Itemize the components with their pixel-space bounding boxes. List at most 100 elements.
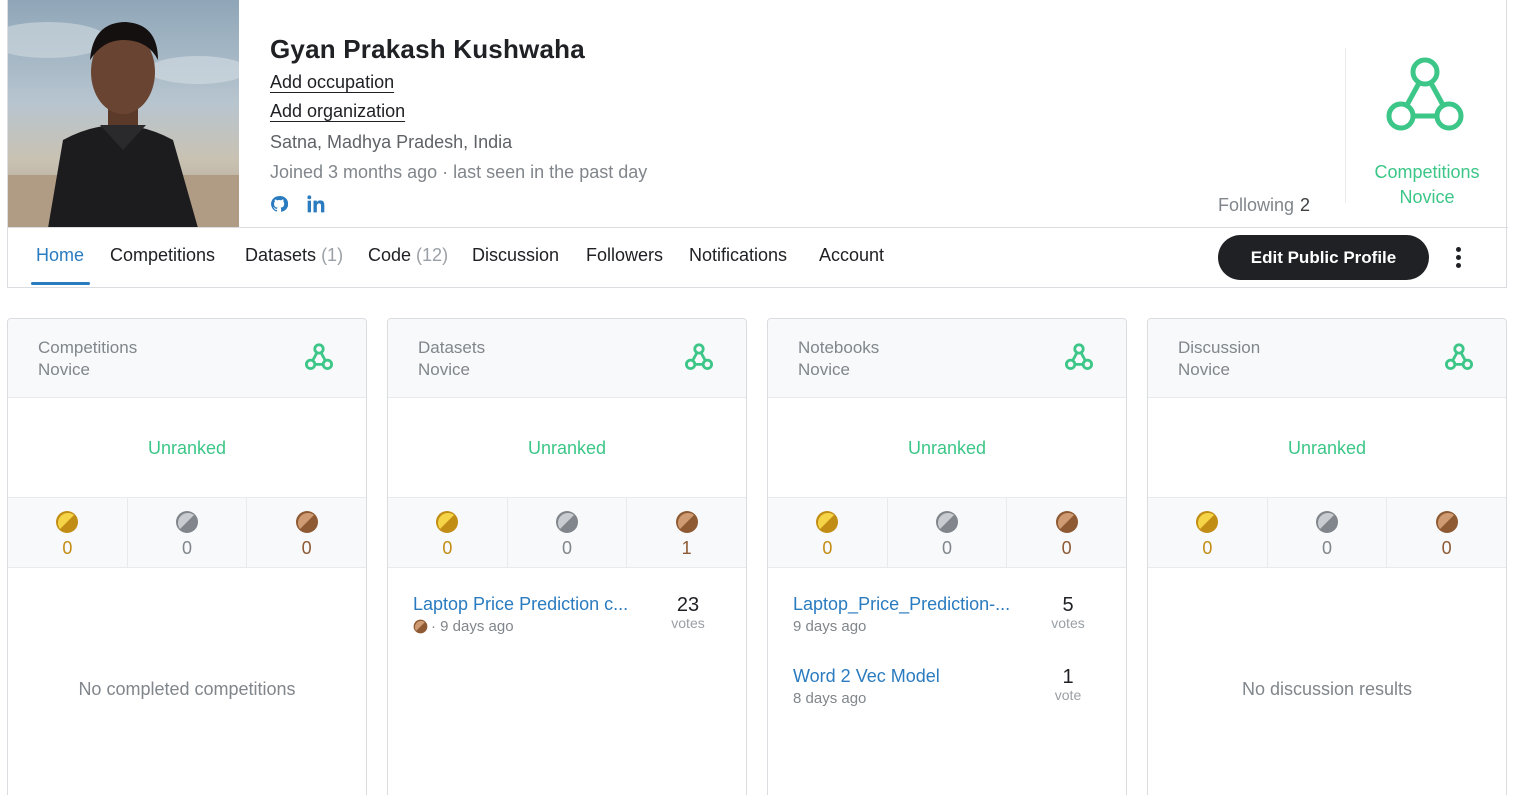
gold-count: 0 — [442, 538, 453, 558]
bronze-count: 0 — [1441, 538, 1452, 558]
novice-tier-icon — [1445, 343, 1473, 376]
gold-medals: 0 — [388, 498, 508, 567]
silver-medal-icon — [936, 511, 958, 533]
novice-tier-icon — [1385, 56, 1465, 139]
silver-medals: 0 — [888, 498, 1008, 567]
card-header: Competitions Novice — [8, 319, 366, 398]
github-icon[interactable] — [270, 193, 292, 215]
card-title: Discussion Novice — [1178, 338, 1261, 379]
more-options-icon[interactable] — [1448, 244, 1468, 272]
card-title: Competitions Novice — [38, 338, 138, 379]
gold-count: 0 — [1202, 538, 1213, 558]
rank-status: Unranked — [8, 399, 366, 498]
notebooks-tier-card: Notebooks Novice Unranked 0 0 0 Laptop_Pr… — [767, 318, 1127, 795]
edit-public-profile-button[interactable]: Edit Public Profile — [1218, 235, 1429, 280]
bronze-medals: 0 — [247, 498, 366, 567]
tier-category: Competitions — [1374, 162, 1480, 182]
tab-followers[interactable]: Followers — [586, 245, 663, 266]
active-tab-indicator — [31, 282, 90, 285]
rank-status: Unranked — [388, 399, 746, 498]
gold-medals: 0 — [8, 498, 128, 567]
silver-medals: 0 — [508, 498, 628, 567]
silver-count: 0 — [1322, 538, 1333, 558]
item-meta: 8 days ago — [793, 690, 867, 707]
silver-count: 0 — [182, 538, 193, 558]
tab-account[interactable]: Account — [819, 245, 884, 266]
tab-home[interactable]: Home — [36, 245, 84, 266]
discussion-tier-card: Discussion Novice Unranked 0 0 0 No discu… — [1147, 318, 1507, 795]
item-meta: 9 days ago — [793, 618, 867, 635]
bronze-medal-icon — [1435, 511, 1458, 533]
following-number: 2 — [1300, 195, 1311, 215]
silver-medal-icon — [556, 511, 578, 533]
card-header: Datasets Novice — [388, 319, 746, 398]
profile-name: Gyan Prakash Kushwaha — [270, 34, 585, 64]
list-item[interactable]: Laptop_Price_Prediction-... 9 days ago 5… — [793, 594, 1103, 644]
tab-code[interactable]: Code (12) — [368, 245, 448, 266]
gold-medal-icon — [436, 511, 459, 533]
silver-count: 0 — [562, 538, 573, 558]
notebook-title-link[interactable]: Laptop_Price_Prediction-... — [793, 594, 1010, 615]
notebook-title-link[interactable]: Word 2 Vec Model — [793, 666, 940, 687]
tier-level: Novice — [1399, 187, 1455, 207]
following-count[interactable]: Following 2 — [1218, 195, 1310, 216]
list-item[interactable]: Laptop Price Prediction c... · 9 days ag… — [413, 594, 723, 644]
divider — [1345, 48, 1346, 203]
gold-count: 0 — [62, 538, 73, 558]
gold-medal-icon — [1196, 511, 1219, 533]
tab-datasets[interactable]: Datasets (1) — [245, 245, 343, 266]
datasets-tier-card: Datasets Novice Unranked 0 0 1 Laptop Pri… — [387, 318, 747, 795]
bronze-medals: 0 — [1387, 498, 1506, 567]
item-meta: · 9 days ago — [413, 618, 514, 635]
medal-counts: 0 0 0 — [768, 498, 1126, 568]
silver-medal-icon — [1316, 511, 1338, 533]
bronze-medals: 0 — [1007, 498, 1126, 567]
add-occupation-link[interactable]: Add occupation — [270, 72, 394, 93]
vote-count[interactable]: 23 votes — [663, 594, 713, 631]
dataset-title-link[interactable]: Laptop Price Prediction c... — [413, 594, 628, 615]
rank-status: Unranked — [768, 399, 1126, 498]
rank-status: Unranked — [1148, 399, 1506, 498]
bronze-count: 1 — [681, 538, 692, 558]
gold-medal-icon — [816, 511, 839, 533]
tab-notifications[interactable]: Notifications — [689, 245, 787, 266]
bronze-medals: 1 — [627, 498, 746, 567]
list-item[interactable]: Word 2 Vec Model 8 days ago 1 vote — [793, 666, 1103, 716]
location: Satna, Madhya Pradesh, India — [270, 132, 513, 152]
bronze-count: 0 — [1061, 538, 1072, 558]
competitions-tier-card: Competitions Novice Unranked 0 0 0 No com… — [7, 318, 367, 795]
novice-tier-icon — [685, 343, 713, 376]
empty-state: No discussion results — [1241, 679, 1413, 699]
empty-state: No completed competitions — [78, 679, 296, 699]
profile-tabs: Home Competitions Datasets (1) Code (12)… — [8, 228, 1108, 287]
silver-medals: 0 — [128, 498, 248, 567]
avatar[interactable] — [8, 0, 239, 228]
silver-medal-icon — [176, 511, 198, 533]
gold-count: 0 — [822, 538, 833, 558]
linkedin-icon[interactable] — [306, 193, 328, 215]
bronze-medal-icon — [295, 511, 318, 533]
bronze-medal-icon — [1055, 511, 1078, 533]
gold-medals: 0 — [1148, 498, 1268, 567]
joined-text: Joined 3 months ago · last seen in the p… — [270, 162, 648, 182]
gold-medals: 0 — [768, 498, 888, 567]
card-header: Notebooks Novice — [768, 319, 1126, 398]
tab-competitions[interactable]: Competitions — [110, 245, 215, 266]
silver-medals: 0 — [1268, 498, 1388, 567]
card-title: Datasets Novice — [418, 338, 486, 379]
card-header: Discussion Novice — [1148, 319, 1506, 398]
tab-discussion[interactable]: Discussion — [472, 245, 559, 266]
bronze-count: 0 — [301, 538, 312, 558]
gold-medal-icon — [56, 511, 79, 533]
silver-count: 0 — [942, 538, 953, 558]
vote-count[interactable]: 5 votes — [1043, 594, 1093, 631]
bronze-medal-icon — [413, 619, 428, 634]
card-title: Notebooks Novice — [798, 338, 880, 379]
vote-count[interactable]: 1 vote — [1043, 666, 1093, 703]
novice-tier-icon — [305, 343, 333, 376]
bronze-medal-icon — [675, 511, 698, 533]
add-organization-link[interactable]: Add organization — [270, 101, 405, 122]
medal-counts: 0 0 0 — [8, 498, 366, 568]
novice-tier-icon — [1065, 343, 1093, 376]
following-label: Following — [1218, 195, 1295, 215]
